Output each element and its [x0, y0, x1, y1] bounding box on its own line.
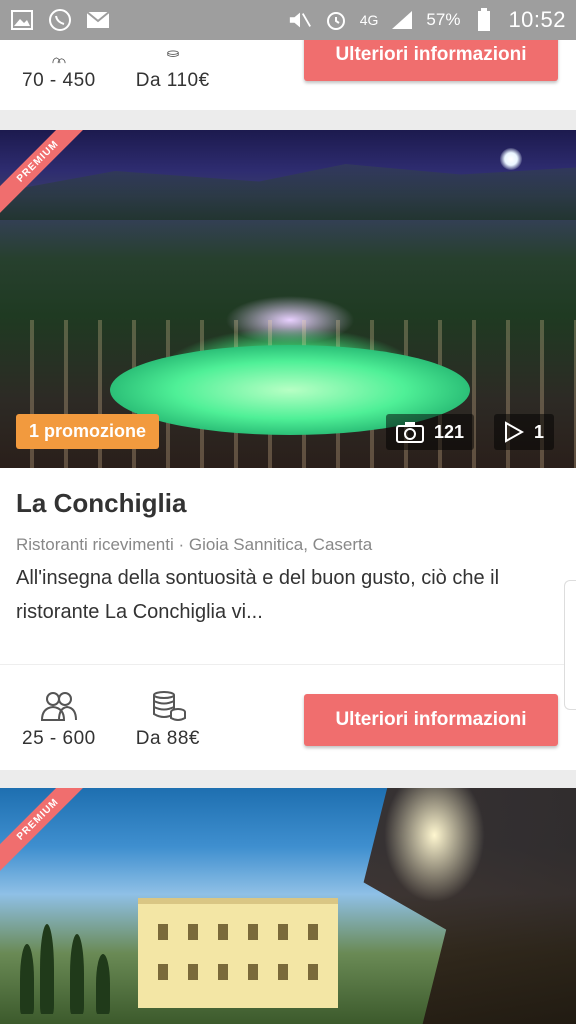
videos-count: 1 — [534, 421, 545, 442]
premium-label: PREMIUM — [0, 788, 95, 876]
listing-card-next[interactable]: PREMIUM — [0, 788, 576, 1024]
venue-photo[interactable]: PREMIUM — [0, 788, 576, 1024]
venue-photo[interactable]: PREMIUM 1 promozione 121 1 — [0, 130, 576, 468]
venue-subtitle: Ristoranti ricevimenti · Gioia Sannitica… — [16, 535, 373, 554]
premium-label: PREMIUM — [0, 130, 95, 218]
premium-ribbon: PREMIUM — [0, 130, 100, 230]
capacity-stat: 70 - 450 — [22, 50, 96, 92]
guests-icon — [40, 691, 77, 721]
battery-percent: 57% — [426, 10, 461, 29]
venue-description: All'insegna della sontuosità e del buon … — [16, 567, 500, 623]
status-bar: 4G 57% 10:52 — [0, 0, 576, 40]
price-stat: Da 88€ — [136, 690, 200, 750]
capacity-value: 25 - 600 — [22, 727, 96, 749]
capacity-value: 70 - 450 — [22, 70, 96, 91]
promotion-badge[interactable]: 1 promozione — [16, 414, 160, 449]
photos-count: 121 — [434, 421, 465, 442]
guests-icon — [52, 57, 66, 64]
coins-icon — [152, 690, 186, 721]
photo-tree — [363, 788, 576, 1024]
battery-icon — [472, 8, 496, 32]
play-icon — [505, 421, 524, 443]
listing-card[interactable]: PREMIUM 1 promozione 121 1 La Conchiglia… — [0, 130, 576, 770]
price-value: Da 110€ — [135, 70, 210, 91]
capacity-stat: 25 - 600 — [22, 690, 96, 750]
photos-counter[interactable]: 121 — [386, 414, 475, 450]
signal-icon — [390, 8, 414, 32]
gallery-icon — [10, 8, 34, 32]
alarm-icon — [324, 8, 348, 32]
clock: 10:52 — [508, 7, 566, 32]
whatsapp-icon — [48, 8, 72, 32]
price-stat: Da 110€ — [136, 50, 210, 92]
network-type: 4G — [359, 12, 379, 28]
coins-icon — [167, 50, 179, 57]
side-drawer-handle[interactable] — [564, 580, 576, 710]
mute-icon — [288, 8, 312, 32]
card-footer: 25 - 600 Da 88€ Ulteriori informazioni — [0, 664, 576, 770]
camera-icon — [396, 422, 424, 443]
photo-light — [500, 148, 522, 170]
premium-ribbon: PREMIUM — [0, 788, 100, 888]
more-info-button[interactable]: Ulteriori informazioni — [304, 693, 558, 746]
price-value: Da 88€ — [135, 727, 201, 749]
listing-card-previous: 70 - 450 Da 110€ Ulteriori informazioni — [0, 29, 576, 110]
mail-icon — [86, 8, 110, 32]
videos-counter[interactable]: 1 — [494, 414, 555, 450]
venue-title[interactable]: La Conchiglia — [16, 488, 560, 519]
photo-building — [138, 898, 338, 1008]
